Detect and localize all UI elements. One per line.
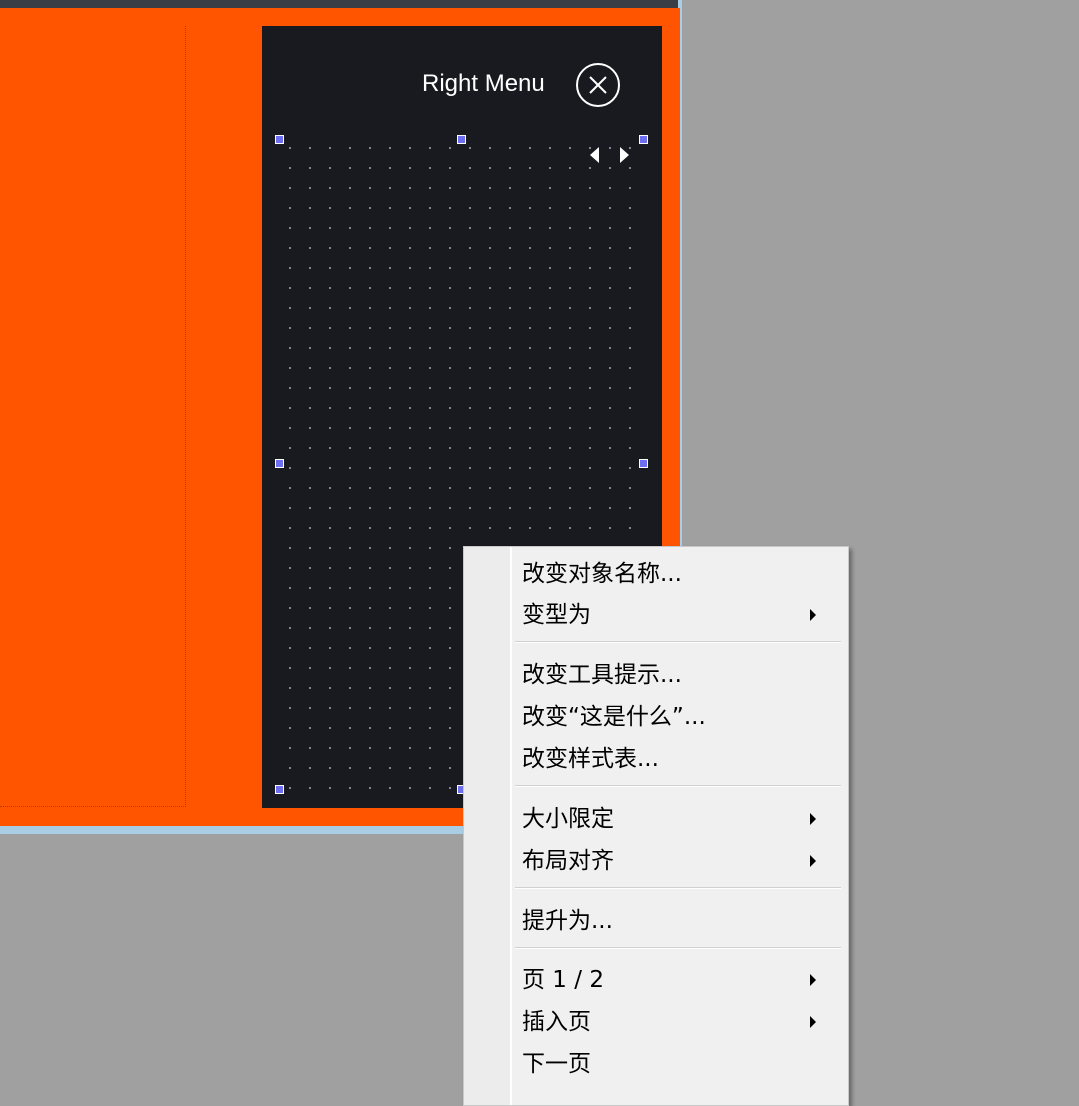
selection-handle-middle-left[interactable] bbox=[275, 459, 284, 468]
menu-separator bbox=[515, 641, 841, 643]
menu-item-insert-page[interactable]: 插入页 bbox=[522, 1004, 842, 1040]
menu-item-label: 布局对齐 bbox=[522, 848, 614, 874]
panel-title: Right Menu bbox=[422, 70, 545, 97]
arrow-left-icon[interactable] bbox=[590, 147, 599, 163]
submenu-arrow-icon bbox=[810, 609, 816, 621]
menu-item-label: 改变“这是什么”... bbox=[522, 704, 706, 730]
menu-separator bbox=[515, 785, 841, 787]
menu-item-change-tooltip[interactable]: 改变工具提示... bbox=[522, 657, 842, 693]
menu-item-promote-to[interactable]: 提升为... bbox=[522, 903, 842, 939]
menu-icon-gutter bbox=[464, 547, 512, 1105]
menu-item-label: 提升为... bbox=[522, 908, 613, 934]
menu-item-label: 改变工具提示... bbox=[522, 662, 682, 688]
menu-item-morph-into[interactable]: 变型为 bbox=[522, 597, 842, 633]
submenu-arrow-icon bbox=[810, 1016, 816, 1028]
menu-separator bbox=[515, 947, 841, 949]
menu-item-size-constraints[interactable]: 大小限定 bbox=[522, 801, 842, 837]
menu-item-label: 页 1 / 2 bbox=[522, 967, 604, 993]
menu-item-label: 下一页 bbox=[522, 1051, 591, 1077]
menu-item-page-indicator[interactable]: 页 1 / 2 bbox=[522, 962, 842, 998]
selection-handle-top-right[interactable] bbox=[639, 135, 648, 144]
menu-item-label: 插入页 bbox=[522, 1009, 591, 1035]
left-widget-outline[interactable] bbox=[0, 26, 186, 807]
menu-item-label: 变型为 bbox=[522, 602, 591, 628]
menu-item-layout-alignment[interactable]: 布局对齐 bbox=[522, 843, 842, 879]
arrow-right-icon[interactable] bbox=[620, 147, 629, 163]
submenu-arrow-icon bbox=[810, 813, 816, 825]
menu-item-label: 改变对象名称... bbox=[522, 561, 682, 587]
selection-handle-middle-right[interactable] bbox=[639, 459, 648, 468]
page-scroll-arrows[interactable] bbox=[590, 146, 634, 164]
close-icon[interactable] bbox=[576, 63, 620, 107]
context-menu[interactable]: 改变对象名称... 变型为 改变工具提示... 改变“这是什么”... 改变样式… bbox=[463, 546, 849, 1106]
menu-item-change-stylesheet[interactable]: 改变样式表... bbox=[522, 741, 842, 777]
selection-handle-top-left[interactable] bbox=[275, 135, 284, 144]
menu-item-next-page[interactable]: 下一页 bbox=[522, 1046, 842, 1082]
selection-handle-top-center[interactable] bbox=[457, 135, 466, 144]
menu-separator bbox=[515, 887, 841, 889]
submenu-arrow-icon bbox=[810, 855, 816, 867]
menu-item-change-object-name[interactable]: 改变对象名称... bbox=[522, 556, 842, 592]
menu-item-change-whats-this[interactable]: 改变“这是什么”... bbox=[522, 699, 842, 735]
menu-item-label: 改变样式表... bbox=[522, 746, 659, 772]
menu-item-label: 大小限定 bbox=[522, 806, 614, 832]
selection-handle-bottom-left[interactable] bbox=[275, 785, 284, 794]
submenu-arrow-icon bbox=[810, 974, 816, 986]
form-title-bar bbox=[0, 0, 678, 8]
